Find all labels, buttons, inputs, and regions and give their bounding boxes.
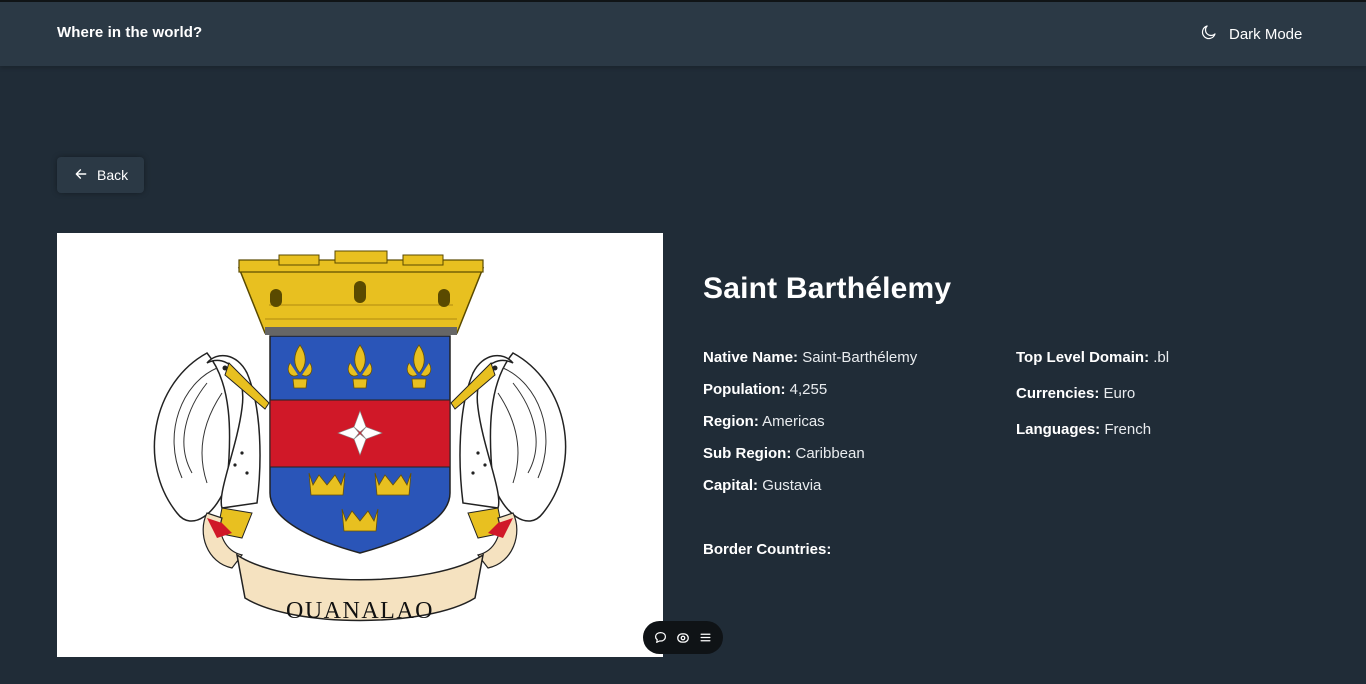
arrow-left-icon — [74, 167, 88, 184]
comment-icon[interactable] — [652, 630, 668, 646]
detail-capital: Capital: Gustavia — [703, 477, 822, 494]
detail-population: Population: 4,255 — [703, 381, 828, 398]
details-column-primary: Native Name: Saint-Barthélemy Population… — [703, 349, 917, 509]
dark-mode-toggle[interactable]: Dark Mode — [1200, 23, 1302, 45]
country-flag: OUANALAO — [57, 233, 663, 657]
back-button-label: Back — [97, 167, 129, 183]
detail-top-level-domain: Top Level Domain: .bl — [1016, 349, 1170, 366]
flag-motto: OUANALAO — [286, 598, 434, 624]
country-name: Saint Barthélemy — [703, 272, 952, 305]
floating-toolbar — [643, 621, 723, 654]
shield — [269, 335, 451, 554]
details-column-secondary: Top Level Domain: .bl Currencies: Euro L… — [1016, 349, 1169, 457]
left-pelican-supporter — [153, 352, 270, 539]
right-pelican-supporter — [450, 352, 567, 539]
detail-languages: Languages: French — [1016, 421, 1152, 438]
border-countries-label: Border Countries: — [703, 541, 832, 558]
detail-sub-region: Sub Region: Caribbean — [703, 445, 865, 462]
detail-region: Region: Americas — [703, 413, 825, 430]
top-navbar: Where in the world? Dark Mode — [0, 2, 1366, 66]
moon-icon — [1200, 23, 1218, 46]
mural-crown — [237, 250, 485, 335]
detail-native-name: Native Name: Saint-Barthélemy — [703, 349, 918, 366]
detail-currencies: Currencies: Euro — [1016, 385, 1136, 402]
dark-mode-label: Dark Mode — [1229, 25, 1303, 43]
back-button[interactable]: Back — [57, 157, 144, 193]
menu-icon[interactable] — [698, 630, 714, 646]
eye-icon[interactable] — [675, 630, 691, 646]
app-title: Where in the world? — [57, 24, 203, 41]
